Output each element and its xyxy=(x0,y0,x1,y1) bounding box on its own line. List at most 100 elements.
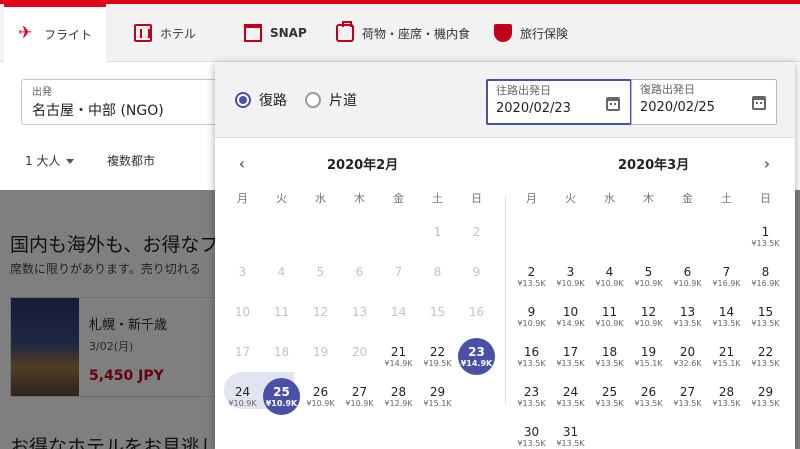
calendar-day[interactable]: 15 ¥13.5K xyxy=(746,300,785,338)
calendar-icon[interactable] xyxy=(752,96,766,110)
shield-icon xyxy=(494,24,512,42)
day-price: ¥10.9K xyxy=(345,399,374,408)
day-number: 9 xyxy=(472,265,481,279)
calendar-day: 11 xyxy=(262,300,301,338)
roundtrip-label: 復路 xyxy=(259,93,287,109)
multi-city-link[interactable]: 複数都市 xyxy=(107,152,155,169)
day-number: 2 xyxy=(527,265,536,279)
calendar-day[interactable]: 12 ¥10.9K xyxy=(629,300,668,338)
next-month-button[interactable]: › xyxy=(759,154,775,174)
airplane-icon xyxy=(18,23,36,44)
day-price: ¥10.9K xyxy=(265,399,298,408)
day-number: 17 xyxy=(234,345,251,359)
calendar-day: 8 xyxy=(418,260,457,298)
calendar-day[interactable]: 18 ¥13.5K xyxy=(590,340,629,378)
calendar-day[interactable]: 27 ¥13.5K xyxy=(668,380,707,418)
return-date-value: 2020/02/25 xyxy=(640,100,715,115)
month-divider xyxy=(505,196,506,404)
calendar-day[interactable]: 13 ¥13.5K xyxy=(668,300,707,338)
day-price: ¥14.9K xyxy=(384,359,413,368)
day-price: ¥10.9K xyxy=(306,399,335,408)
calendar-day[interactable]: 9 ¥10.9K xyxy=(512,300,551,338)
calendar-day[interactable]: 10 ¥14.9K xyxy=(551,300,590,338)
origin-field[interactable]: 出発 名古屋・中部 (NGO) xyxy=(21,79,221,125)
calendar-day[interactable]: 29 ¥13.5K xyxy=(746,380,785,418)
calendar-day[interactable]: 6 ¥10.9K xyxy=(668,260,707,298)
day-price: ¥19.5K xyxy=(423,359,452,368)
passenger-selector[interactable]: 1 大人 xyxy=(25,152,75,169)
calendar-day[interactable]: 19 ¥15.1K xyxy=(629,340,668,378)
calendar-day[interactable]: 17 ¥13.5K xyxy=(551,340,590,378)
tab-insurance[interactable]: 旅行保険 xyxy=(494,4,568,62)
calendar-day[interactable]: 24 ¥10.9K xyxy=(223,380,262,418)
day-number: 20 xyxy=(679,345,696,359)
day-number: 11 xyxy=(273,305,290,319)
calendar-day[interactable]: 3 ¥10.9K xyxy=(551,260,590,298)
calendar-day[interactable]: 14 ¥13.5K xyxy=(707,300,746,338)
calendar-day[interactable]: 30 ¥13.5K xyxy=(512,420,551,449)
day-number: 26 xyxy=(640,385,657,399)
day-price: ¥13.5K xyxy=(751,399,780,408)
calendar-day[interactable]: 5 ¥10.9K xyxy=(629,260,668,298)
return-date-field[interactable]: 復路出発日 2020/02/25 xyxy=(631,79,777,125)
calendar-day[interactable]: 25 ¥13.5K xyxy=(590,380,629,418)
day-price: ¥10.9K xyxy=(556,279,585,288)
calendar-day[interactable]: 11 ¥10.9K xyxy=(590,300,629,338)
calendar-icon[interactable] xyxy=(606,97,620,111)
day-number: 5 xyxy=(316,265,325,279)
calendar-day[interactable]: 16 ¥13.5K xyxy=(512,340,551,378)
tab-baggage[interactable]: 荷物・座席・機内食 xyxy=(336,4,470,62)
calendar-day[interactable]: 28 ¥13.5K xyxy=(707,380,746,418)
calendar-day[interactable]: 22 ¥13.5K xyxy=(746,340,785,378)
weekday-label: 日 xyxy=(471,192,482,205)
depart-date-value: 2020/02/23 xyxy=(496,101,571,116)
calendar-day[interactable]: 27 ¥10.9K xyxy=(340,380,379,418)
hotel-icon xyxy=(134,24,152,42)
day-number: 16 xyxy=(523,345,540,359)
calendar-day[interactable]: 21 ¥15.1K xyxy=(707,340,746,378)
date-picker-header: 復路 片道 往路出発日 2020/02/23 復路出発日 2020/02/25 xyxy=(215,62,795,138)
roundtrip-radio[interactable]: 復路 xyxy=(235,90,287,110)
snap-icon xyxy=(244,24,262,42)
calendar-day[interactable]: 26 ¥13.5K xyxy=(629,380,668,418)
calendar-day[interactable]: 4 ¥10.9K xyxy=(590,260,629,298)
weekday-label: 月 xyxy=(237,192,248,205)
day-price: ¥13.5K xyxy=(556,399,585,408)
calendar-day[interactable]: 22 ¥19.5K xyxy=(418,340,457,378)
oneway-radio[interactable]: 片道 xyxy=(305,90,357,110)
chevron-down-icon xyxy=(66,159,75,164)
day-price: ¥13.5K xyxy=(673,319,702,328)
day-price: ¥13.5K xyxy=(517,439,546,448)
day-price: ¥10.9K xyxy=(595,319,624,328)
calendar-day[interactable]: 2 ¥13.5K xyxy=(512,260,551,298)
day-price: ¥13.5K xyxy=(634,399,663,408)
calendar-day[interactable]: 7 ¥16.9K xyxy=(707,260,746,298)
calendar-day[interactable]: 31 ¥13.5K xyxy=(551,420,590,449)
calendar-day: 7 xyxy=(379,260,418,298)
weekday-label: 日 xyxy=(760,192,771,205)
tab-flight-label: フライト xyxy=(44,28,93,42)
calendar-day[interactable]: 21 ¥14.9K xyxy=(379,340,418,378)
calendar-day: 17 xyxy=(223,340,262,378)
tab-hotel[interactable]: ホテル xyxy=(134,4,196,62)
calendar-day[interactable]: 29 ¥15.1K xyxy=(418,380,457,418)
calendar-day[interactable]: 23 ¥14.9K xyxy=(457,338,496,378)
tab-flight[interactable]: フライト xyxy=(4,4,107,62)
depart-date-field[interactable]: 往路出発日 2020/02/23 xyxy=(486,79,632,125)
weekday-label: 月 xyxy=(526,192,537,205)
calendar-day[interactable]: 20 ¥32.6K xyxy=(668,340,707,378)
calendar-day[interactable]: 26 ¥10.9K xyxy=(301,380,340,418)
calendar-day[interactable]: 23 ¥13.5K xyxy=(512,380,551,418)
calendar-day[interactable]: 28 ¥12.9K xyxy=(379,380,418,418)
calendar-day: 2 xyxy=(457,220,496,258)
calendar-day[interactable]: 24 ¥13.5K xyxy=(551,380,590,418)
tab-snap[interactable]: SNAP xyxy=(244,4,307,62)
calendar-day[interactable]: 25 ¥10.9K xyxy=(262,378,301,418)
calendar-day[interactable]: 1 ¥13.5K xyxy=(746,220,785,258)
date-picker: 復路 片道 往路出発日 2020/02/23 復路出発日 2020/02/25 … xyxy=(215,62,795,449)
prev-month-button[interactable]: ‹ xyxy=(234,154,250,174)
tab-snap-label: SNAP xyxy=(270,26,307,40)
day-number: 13 xyxy=(351,305,368,319)
calendar-day[interactable]: 8 ¥16.9K xyxy=(746,260,785,298)
day-number: 30 xyxy=(523,425,540,439)
